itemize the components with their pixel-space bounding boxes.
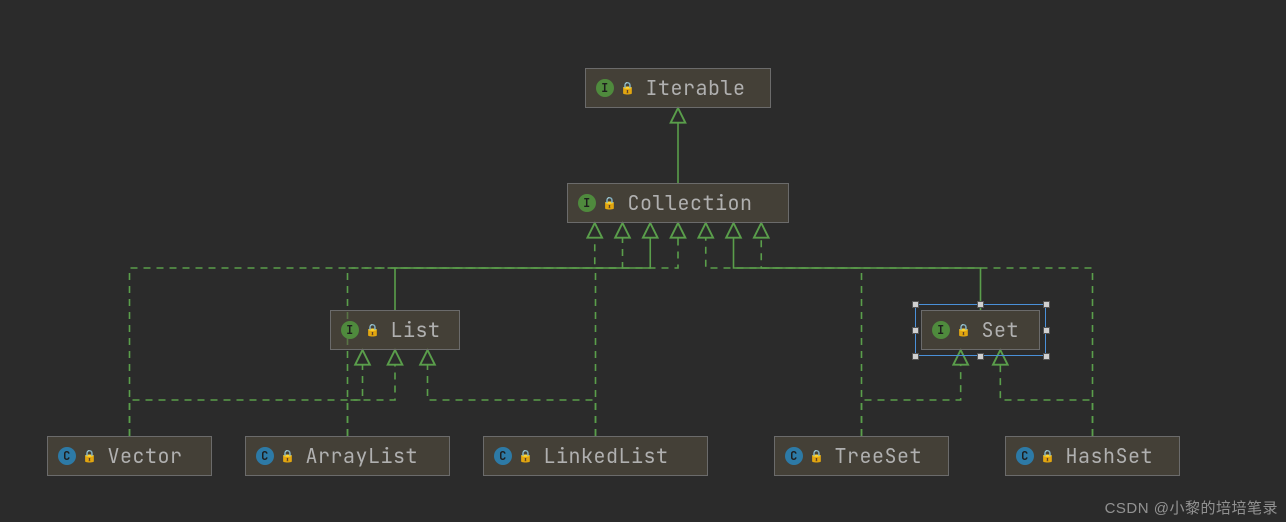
class-badge-icon: C [785,447,803,465]
class-badge-icon: C [494,447,512,465]
class-badge-icon: C [1016,447,1034,465]
node-label: Collection [627,190,752,216]
edge [706,223,862,436]
node-vector[interactable]: C 🔒 Vector [47,436,212,476]
selection-handle[interactable] [1043,327,1050,334]
edge [596,223,679,436]
selection-handle[interactable] [977,353,984,360]
edge [1000,350,1092,436]
node-set[interactable]: I 🔒 Set [921,310,1040,350]
edge [428,350,596,436]
node-arraylist[interactable]: C 🔒 ArrayList [245,436,450,476]
selection-handle[interactable] [1043,353,1050,360]
node-iterable[interactable]: I 🔒 Iterable [585,68,771,108]
lock-icon: 🔒 [518,448,533,464]
lock-icon: 🔒 [956,322,971,338]
selection-handle[interactable] [977,301,984,308]
node-collection[interactable]: I 🔒 Collection [567,183,789,223]
lock-icon: 🔒 [82,448,97,464]
class-badge-icon: C [256,447,274,465]
lock-icon: 🔒 [280,448,295,464]
node-list[interactable]: I 🔒 List [330,310,460,350]
lock-icon: 🔒 [365,322,380,338]
node-label: ArrayList [305,443,418,469]
edge [395,223,650,310]
edge [348,350,396,436]
node-label: TreeSet [834,443,922,469]
diagram-canvas: I 🔒 Iterable I 🔒 Collection I 🔒 List I 🔒 Set C 🔒 Vecto… [0,0,1286,522]
selection-handle[interactable] [1043,301,1050,308]
node-linkedlist[interactable]: C 🔒 LinkedList [483,436,708,476]
edge [130,350,363,436]
selection-handle[interactable] [912,301,919,308]
lock-icon: 🔒 [602,195,617,211]
node-hashset[interactable]: C 🔒 HashSet [1005,436,1180,476]
interface-badge-icon: I [596,79,614,97]
lock-icon: 🔒 [1040,448,1055,464]
node-label: HashSet [1065,443,1153,469]
node-label: Iterable [645,75,745,101]
interface-badge-icon: I [578,194,596,212]
node-label: List [390,317,440,343]
node-treeset[interactable]: C 🔒 TreeSet [774,436,949,476]
interface-badge-icon: I [341,321,359,339]
edge [862,350,961,436]
lock-icon: 🔒 [620,80,635,96]
class-badge-icon: C [58,447,76,465]
lock-icon: 🔒 [809,448,824,464]
node-label: Vector [107,443,182,469]
watermark-text: CSDN @小黎的培培笔录 [1105,497,1278,518]
selection-handle[interactable] [912,353,919,360]
edge [734,223,981,310]
node-label: Set [981,317,1019,343]
interface-badge-icon: I [932,321,950,339]
selection-handle[interactable] [912,327,919,334]
node-label: LinkedList [543,443,668,469]
